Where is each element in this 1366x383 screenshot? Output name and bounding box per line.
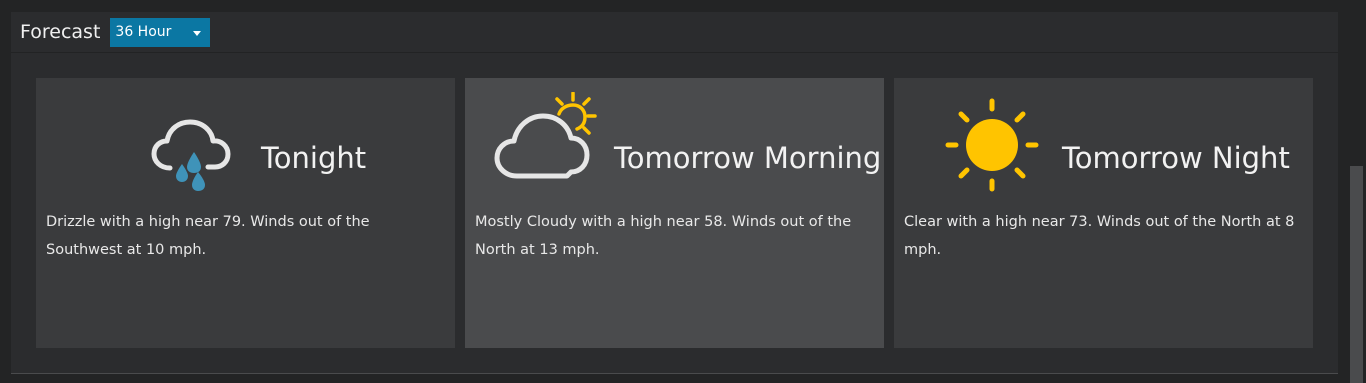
forecast-card-tonight[interactable]: Tonight Drizzle with a high near 79. Win… — [36, 78, 455, 348]
forecast-range-select[interactable]: 36 Hour — [110, 17, 211, 47]
forecast-range-value: 36 Hour — [115, 24, 172, 40]
card-header: Tomorrow Morning — [465, 92, 884, 202]
card-title: Tomorrow Night — [1062, 141, 1290, 175]
chevron-down-icon — [193, 30, 202, 36]
forecast-card-tomorrow-morning[interactable]: Tomorrow Morning Mostly Cloudy with a hi… — [465, 78, 884, 348]
panel-header: Forecast 36 Hour — [11, 12, 1338, 53]
mostly-cloudy-icon — [494, 92, 597, 179]
clear-sun-icon — [945, 98, 1039, 192]
forecast-cards: Tonight Drizzle with a high near 79. Win… — [36, 78, 1313, 348]
card-title: Tonight — [261, 141, 367, 175]
forecast-card-tomorrow-night[interactable]: Tomorrow Night Clear with a high near 73… — [894, 78, 1313, 348]
card-description: Clear with a high near 73. Winds out of … — [904, 214, 1295, 258]
card-title: Tomorrow Morning — [614, 141, 882, 175]
card-header: Tomorrow Night — [894, 92, 1313, 202]
panel-title: Forecast — [20, 21, 101, 43]
scrollbar-thumb[interactable] — [1350, 166, 1363, 383]
card-description: Mostly Cloudy with a high near 58. Winds… — [475, 214, 852, 258]
drizzle-icon — [151, 119, 231, 191]
card-header: Tonight — [36, 92, 455, 202]
forecast-panel: Forecast 36 Hour Tonight Drizzle with a … — [11, 12, 1338, 374]
card-description: Drizzle with a high near 79. Winds out o… — [46, 214, 370, 258]
